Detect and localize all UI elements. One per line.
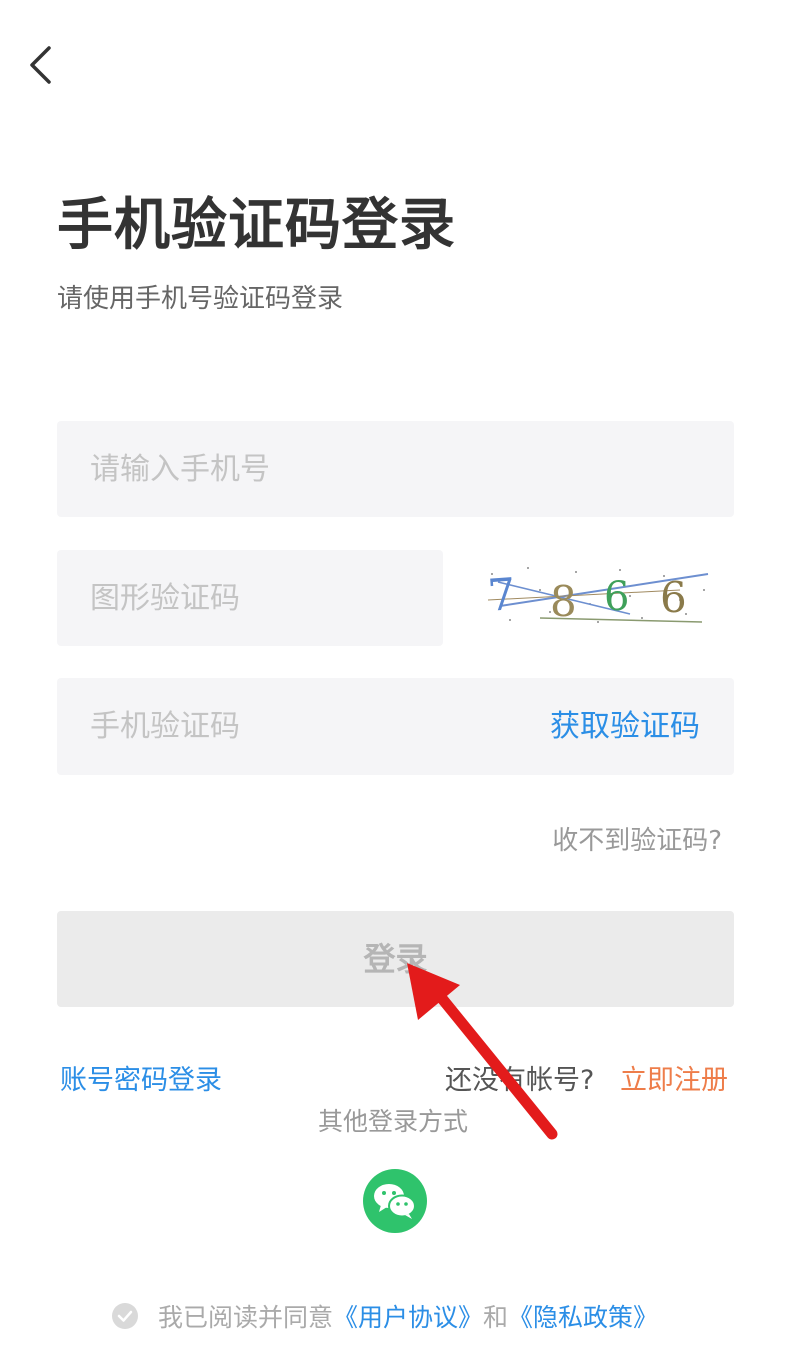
user-agreement-link[interactable]: 《用户协议》 [333, 1298, 483, 1334]
captcha-input[interactable] [90, 550, 410, 646]
phone-field-container [57, 421, 734, 517]
svg-text:8: 8 [550, 577, 577, 626]
other-login-label: 其他登录方式 [317, 1107, 468, 1136]
svg-text:7: 7 [486, 569, 517, 622]
agreement-and: 和 [483, 1303, 509, 1332]
back-button[interactable] [22, 38, 62, 92]
page-subtitle: 请使用手机号验证码登录 [57, 284, 344, 314]
svg-text:6: 6 [604, 574, 629, 620]
login-button[interactable]: 登录 [57, 911, 734, 1007]
wechat-login-button[interactable] [363, 1169, 427, 1233]
chevron-left-icon [30, 46, 51, 84]
check-icon [117, 1310, 133, 1322]
captcha-image[interactable]: 7 8 6 6 [480, 560, 712, 632]
get-code-button[interactable]: 获取验证码 [550, 678, 700, 775]
agreement-row: 我已阅读并同意 《用户协议》 和 《隐私政策》 [112, 1296, 658, 1336]
privacy-policy-link[interactable]: 《隐私政策》 [508, 1298, 658, 1334]
password-login-link[interactable]: 账号密码登录 [60, 1058, 222, 1097]
no-code-link[interactable]: 收不到验证码? [552, 820, 722, 857]
wechat-icon [374, 1184, 416, 1219]
phone-input[interactable] [90, 421, 690, 517]
page-title: 手机验证码登录 [57, 193, 456, 258]
no-account-text: 还没有帐号? [445, 1065, 595, 1096]
agreement-checkbox[interactable] [112, 1303, 138, 1329]
agreement-prefix: 我已阅读并同意 [158, 1303, 334, 1332]
svg-text:6: 6 [660, 573, 687, 622]
register-link[interactable]: 立即注册 [620, 1058, 728, 1097]
sms-code-input[interactable] [90, 678, 510, 775]
captcha-field-container [57, 550, 443, 646]
sms-code-field-container: 获取验证码 [57, 678, 734, 775]
